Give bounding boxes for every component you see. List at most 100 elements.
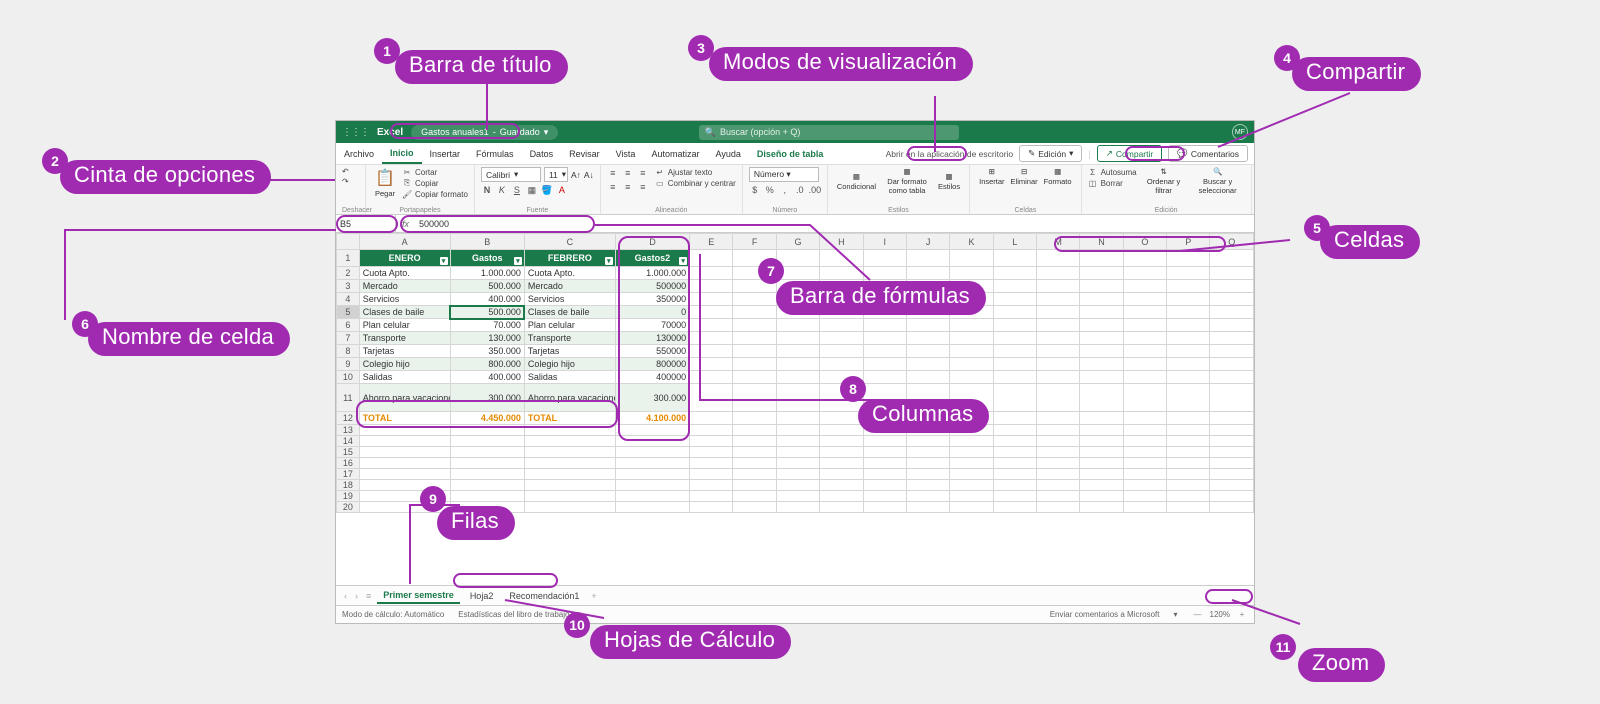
row-header-1[interactable]: 1 — [337, 250, 360, 267]
col-header-P[interactable]: P — [1167, 234, 1210, 250]
app-launcher-icon[interactable]: ⋮⋮⋮ — [342, 127, 369, 138]
cell-C4[interactable]: Servicios — [524, 293, 615, 306]
cell-A12[interactable]: TOTAL — [359, 412, 450, 425]
comma-icon[interactable]: , — [779, 184, 791, 196]
insert-cells-button[interactable]: ⊞Insertar — [976, 167, 1007, 186]
cell-B8[interactable]: 350.000 — [450, 345, 524, 358]
tab-formulas[interactable]: Fórmulas — [468, 145, 522, 163]
cell-A11[interactable]: Ahorro para vacaciones — [359, 384, 450, 412]
decrease-font-icon[interactable]: A↓ — [584, 170, 594, 180]
align-left-icon[interactable]: ≡ — [607, 181, 619, 193]
cell-D9[interactable]: 800000 — [615, 358, 689, 371]
col-header-N[interactable]: N — [1080, 234, 1123, 250]
percent-icon[interactable]: % — [764, 184, 776, 196]
tab-vista[interactable]: Vista — [608, 145, 644, 163]
row-header-9[interactable]: 9 — [337, 358, 360, 371]
col-header-D[interactable]: D — [615, 234, 689, 250]
find-button[interactable]: 🔍Buscar y seleccionar — [1191, 167, 1245, 195]
underline-icon[interactable]: S — [511, 184, 523, 196]
tab-ayuda[interactable]: Ayuda — [707, 145, 748, 163]
delete-cells-button[interactable]: ⊟Eliminar — [1008, 167, 1041, 186]
styles-button[interactable]: ▦Estilos — [935, 167, 963, 195]
cell-D8[interactable]: 550000 — [615, 345, 689, 358]
row-header-5[interactable]: 5 — [337, 306, 360, 319]
fx-icon[interactable]: fx — [396, 219, 415, 229]
col-header-K[interactable]: K — [950, 234, 993, 250]
row-header-18[interactable]: 18 — [337, 480, 360, 491]
workbook-stats[interactable]: Estadísticas del libro de trabajo — [458, 610, 569, 619]
row-header-13[interactable]: 13 — [337, 425, 360, 436]
redo-icon[interactable]: ↷ — [342, 177, 359, 186]
name-box[interactable]: B5 — [336, 215, 396, 232]
cell-C7[interactable]: Transporte — [524, 332, 615, 345]
zoom-in-icon[interactable]: + — [1236, 610, 1248, 619]
cell-C10[interactable]: Salidas — [524, 371, 615, 384]
cell-D10[interactable]: 400000 — [615, 371, 689, 384]
formula-input[interactable]: 500000 — [415, 219, 1254, 229]
copy-button[interactable]: ⎘Copiar — [402, 178, 468, 188]
font-size-select[interactable]: 11▾ — [544, 167, 568, 182]
row-header-19[interactable]: 19 — [337, 491, 360, 502]
row-header-15[interactable]: 15 — [337, 447, 360, 458]
row-header-20[interactable]: 20 — [337, 502, 360, 513]
sheet-tab-1[interactable]: Primer semestre — [377, 588, 460, 604]
increase-font-icon[interactable]: A↑ — [571, 170, 581, 180]
header-gastos2[interactable]: Gastos2▾ — [615, 250, 689, 267]
document-title-pill[interactable]: Gastos anuales1 - Guardado ▾ — [411, 125, 558, 140]
number-format-select[interactable]: Número ▾ — [749, 167, 819, 182]
header-gastos[interactable]: Gastos▾ — [450, 250, 524, 267]
col-header-I[interactable]: I — [863, 234, 906, 250]
tab-inicio[interactable]: Inicio — [382, 144, 422, 164]
cell-C5[interactable]: Clases de baile — [524, 306, 615, 319]
cell-B11[interactable]: 300.000 — [450, 384, 524, 412]
cell-A5[interactable]: Clases de baile — [359, 306, 450, 319]
cell-C6[interactable]: Plan celular — [524, 319, 615, 332]
cell-D2[interactable]: 1.000.000 — [615, 267, 689, 280]
cell-A6[interactable]: Plan celular — [359, 319, 450, 332]
cell-B10[interactable]: 400.000 — [450, 371, 524, 384]
autosum-button[interactable]: ΣAutosuma — [1088, 167, 1137, 177]
font-color-icon[interactable]: A — [556, 184, 568, 196]
format-painter-button[interactable]: 🖌Copiar formato — [402, 189, 468, 199]
tab-automatizar[interactable]: Automatizar — [643, 145, 707, 163]
header-enero[interactable]: ENERO▾ — [359, 250, 450, 267]
sheet-prev-icon[interactable]: ‹ — [342, 591, 349, 601]
cell-A10[interactable]: Salidas — [359, 371, 450, 384]
row-header-7[interactable]: 7 — [337, 332, 360, 345]
sort-filter-button[interactable]: ⇅Ordenar y filtrar — [1141, 167, 1187, 195]
merge-button[interactable]: ▭Combinar y centrar — [655, 178, 736, 188]
conditional-format-button[interactable]: ▦Condicional — [834, 167, 879, 195]
feedback-link[interactable]: Enviar comentarios a Microsoft — [1050, 610, 1160, 619]
cell-C12[interactable]: TOTAL — [524, 412, 615, 425]
cell-B2[interactable]: 1.000.000 — [450, 267, 524, 280]
zoom-control[interactable]: — 120% + — [1192, 610, 1248, 619]
font-name-select[interactable]: Calibri▾ — [481, 167, 541, 182]
col-header-A[interactable]: A — [359, 234, 450, 250]
row-header-14[interactable]: 14 — [337, 436, 360, 447]
cell-C8[interactable]: Tarjetas — [524, 345, 615, 358]
cell-A7[interactable]: Transporte — [359, 332, 450, 345]
clear-button[interactable]: ◫Borrar — [1088, 178, 1137, 188]
col-header-B[interactable]: B — [450, 234, 524, 250]
avatar[interactable]: MF — [1232, 124, 1248, 140]
cell-C2[interactable]: Cuota Apto. — [524, 267, 615, 280]
paste-button[interactable]: 📋 Pegar — [372, 167, 398, 199]
cell-D6[interactable]: 70000 — [615, 319, 689, 332]
fill-color-icon[interactable]: 🪣 — [541, 184, 553, 196]
tab-revisar[interactable]: Revisar — [561, 145, 608, 163]
cell-D7[interactable]: 130000 — [615, 332, 689, 345]
zoom-out-icon[interactable]: — — [1192, 610, 1204, 619]
align-top-icon[interactable]: ≡ — [607, 167, 619, 179]
share-button[interactable]: ↗ Compartir — [1097, 145, 1162, 162]
borders-icon[interactable]: ▦ — [526, 184, 538, 196]
cell-B7[interactable]: 130.000 — [450, 332, 524, 345]
currency-icon[interactable]: $ — [749, 184, 761, 196]
cell-D4[interactable]: 350000 — [615, 293, 689, 306]
col-header-E[interactable]: E — [690, 234, 733, 250]
sheet-tab-2[interactable]: Hoja2 — [464, 589, 500, 603]
sheet-all-icon[interactable]: ≡ — [364, 591, 373, 601]
cell-A3[interactable]: Mercado — [359, 280, 450, 293]
comments-button[interactable]: 💬 Comentarios — [1168, 145, 1248, 162]
row-header-8[interactable]: 8 — [337, 345, 360, 358]
row-header-2[interactable]: 2 — [337, 267, 360, 280]
